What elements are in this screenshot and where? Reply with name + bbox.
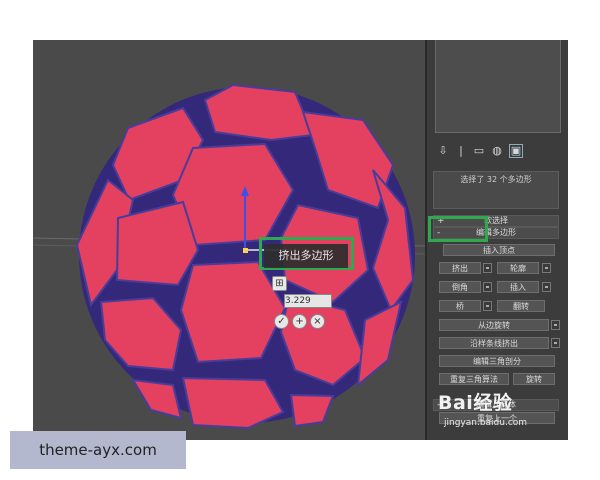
inset-button[interactable]: 插入: [497, 281, 539, 293]
close-icon[interactable]: ×: [310, 314, 325, 329]
modify-icon[interactable]: ▣: [509, 144, 523, 158]
plus-icon[interactable]: +: [292, 314, 307, 329]
panel-toolbar: ⇩ | ▭ ◍ ▣: [437, 143, 557, 159]
hinge-settings-icon[interactable]: [551, 320, 560, 330]
watermark-url: jingyan.baidu.com: [444, 418, 528, 428]
insert-vertex-button[interactable]: 插入顶点: [443, 244, 555, 256]
utilities-icon[interactable]: ◍: [491, 145, 503, 157]
hierarchy-icon[interactable]: ⇩: [437, 145, 449, 157]
bridge-button[interactable]: 桥: [439, 300, 481, 312]
watermark: Bai经验 jingyan.baidu.com: [424, 384, 564, 436]
tooltip: 挤出多边形: [264, 244, 348, 268]
soccer-ball-model[interactable]: [33, 40, 425, 440]
material-preview: [435, 40, 561, 133]
face: [131, 378, 183, 420]
face: [203, 83, 315, 142]
bridge-settings-icon[interactable]: [483, 301, 492, 311]
motion-icon[interactable]: |: [455, 145, 467, 157]
extrude-highlight: [428, 216, 488, 242]
watermark-brand: Bai经验: [438, 392, 513, 414]
check-icon[interactable]: ✓: [274, 314, 289, 329]
bevel-button[interactable]: 倒角: [439, 281, 481, 293]
outline-settings-icon[interactable]: [542, 263, 551, 273]
display-icon[interactable]: ▭: [473, 145, 485, 157]
extrude-height-field[interactable]: 3.229: [284, 294, 332, 308]
site-caption: theme-ayx.com: [10, 431, 186, 469]
selection-status-text: 选择了 32 个多边形: [460, 175, 532, 184]
outline-button[interactable]: 轮廓: [497, 262, 539, 274]
bevel-settings-icon[interactable]: [483, 282, 492, 292]
selection-status: 选择了 32 个多边形: [433, 171, 559, 209]
edit-triangulation-button[interactable]: 编辑三角剖分: [439, 355, 555, 367]
extrude-button[interactable]: 挤出: [439, 262, 481, 274]
face: [289, 393, 335, 428]
flip-button[interactable]: 翻转: [497, 300, 545, 312]
grid-icon[interactable]: ⊞: [272, 276, 287, 291]
extrude-settings-icon[interactable]: [483, 263, 492, 273]
face: [115, 200, 200, 287]
hinge-from-edge-button[interactable]: 从边旋转: [439, 319, 549, 331]
spline-settings-icon[interactable]: [551, 338, 560, 348]
extrude-along-spline-button[interactable]: 沿样条线挤出: [439, 337, 549, 349]
viewport[interactable]: [33, 40, 425, 440]
inset-settings-icon[interactable]: [542, 282, 551, 292]
extrude-caddy[interactable]: ⊞ 3.229 ✓ + ×: [272, 276, 336, 332]
